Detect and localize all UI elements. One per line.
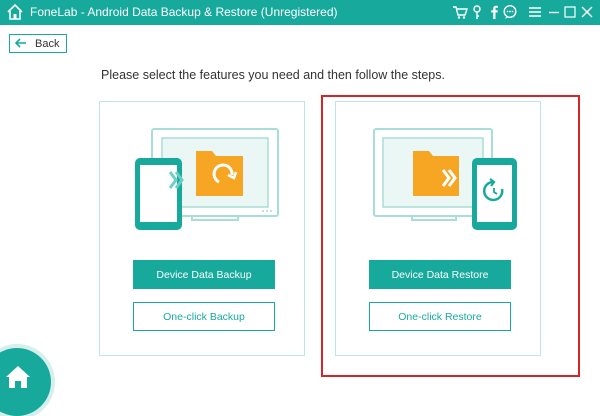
one-click-backup-button[interactable]: One-click Backup [133,302,275,331]
facebook-icon[interactable] [486,4,502,20]
home-icon [7,3,23,20]
menu-icon[interactable] [527,4,543,20]
back-label: Back [35,38,60,50]
maximize-icon[interactable] [562,4,578,20]
home-icon [6,366,30,388]
back-button[interactable]: Back [9,34,67,53]
cart-icon[interactable] [452,4,468,20]
phone-icon [135,158,184,230]
instruction-text: Please select the features you need and … [101,68,445,82]
close-icon[interactable] [579,4,595,20]
home-button[interactable] [0,348,51,416]
title-bar: FoneLab - Android Data Backup & Restore … [0,0,600,25]
folder-icon [196,151,243,196]
device-data-restore-button[interactable]: Device Data Restore [369,260,511,289]
key-icon[interactable] [469,4,485,20]
chat-icon[interactable] [502,4,518,20]
minimize-icon[interactable] [546,4,562,20]
restore-illustration [373,128,517,230]
window-title: FoneLab - Android Data Backup & Restore … [30,5,338,19]
one-click-restore-button[interactable]: One-click Restore [369,302,511,331]
folder-icon [413,151,459,196]
backup-illustration [135,128,279,230]
back-arrow-icon [15,38,26,48]
device-data-backup-button[interactable]: Device Data Backup [133,260,275,289]
phone-icon [472,158,517,230]
backup-card: Device Data Backup One-click Backup [99,101,305,356]
restore-card: Device Data Restore One-click Restore [335,101,541,356]
